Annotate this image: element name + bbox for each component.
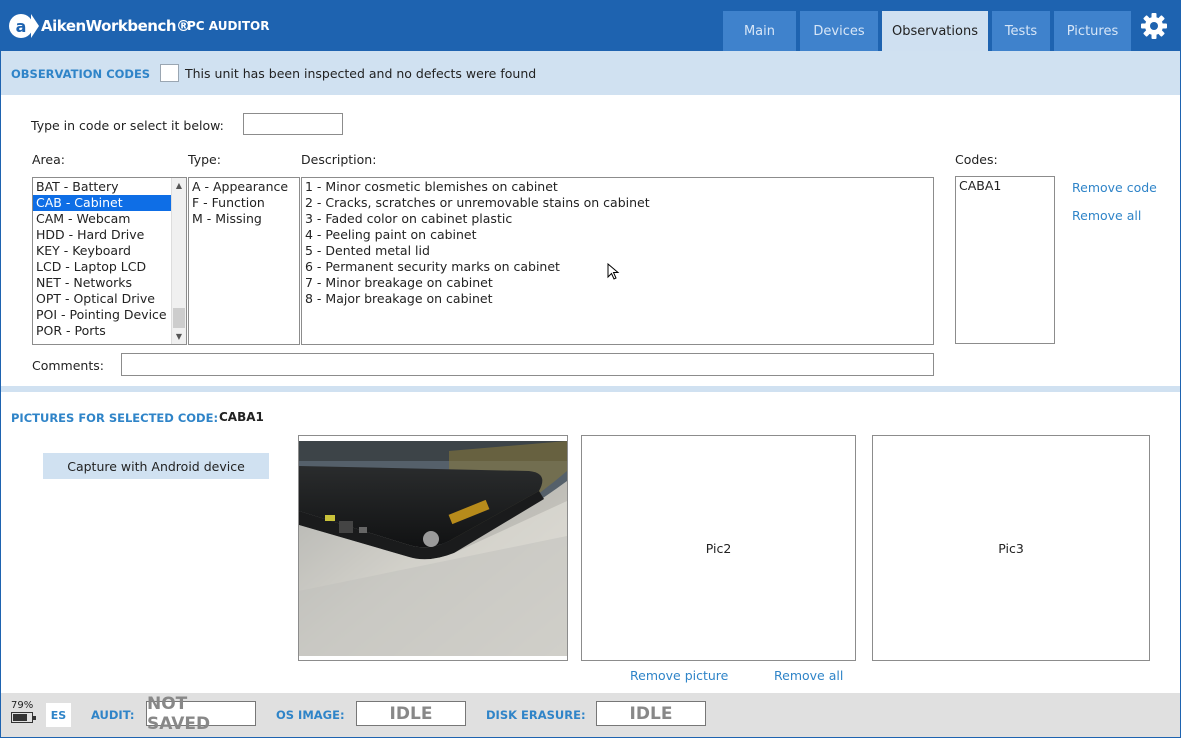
remove-all-pictures-link[interactable]: Remove all — [774, 668, 843, 683]
description-list-item[interactable]: 8 - Major breakage on cabinet — [302, 291, 933, 307]
app-window: a AikenWorkbench® PC AUDITOR Main Device… — [0, 0, 1181, 738]
description-list-item[interactable]: 1 - Minor cosmetic blemishes on cabinet — [302, 179, 933, 195]
tab-devices[interactable]: Devices — [800, 11, 878, 51]
area-list-item[interactable]: LCD - Laptop LCD — [33, 259, 173, 275]
area-listbox[interactable]: BAT - Battery CAB - Cabinet CAM - Webcam HD… — [32, 177, 187, 345]
tab-observations[interactable]: Observations — [882, 11, 988, 51]
area-list-item[interactable]: OPT - Optical Drive — [33, 291, 173, 307]
audit-label: AUDIT: — [91, 708, 135, 722]
type-list-item[interactable]: A - Appearance — [189, 179, 299, 195]
mouse-cursor-icon — [607, 263, 620, 280]
area-list-item[interactable]: KEY - Keyboard — [33, 243, 173, 259]
app-name: PC AUDITOR — [187, 19, 270, 33]
pic3-placeholder[interactable]: Pic3 — [872, 435, 1150, 661]
description-label: Description: — [301, 152, 377, 167]
area-list-item[interactable]: HDD - Hard Drive — [33, 227, 173, 243]
description-listbox[interactable]: 1 - Minor cosmetic blemishes on cabinet 2… — [301, 177, 934, 345]
battery-percent: 79% — [11, 700, 34, 711]
description-list-item[interactable]: 4 - Peeling paint on cabinet — [302, 227, 933, 243]
tab-main[interactable]: Main — [723, 11, 796, 51]
remove-all-codes-link[interactable]: Remove all — [1072, 208, 1141, 223]
pic3-label: Pic3 — [998, 540, 1024, 556]
battery-tip — [33, 716, 36, 720]
no-defects-checkbox[interactable] — [160, 64, 179, 82]
capture-android-button[interactable]: Capture with Android device — [43, 453, 269, 479]
area-scrollbar[interactable]: ▲ ▼ — [171, 178, 186, 344]
description-list-item[interactable]: 3 - Faded color on cabinet plastic — [302, 211, 933, 227]
codes-listbox[interactable]: CABA1 — [955, 176, 1055, 344]
area-list-item[interactable]: POR - Ports — [33, 323, 173, 339]
area-list-item[interactable]: POI - Pointing Device — [33, 307, 173, 323]
selected-code: CABA1 — [219, 410, 264, 424]
remove-code-link[interactable]: Remove code — [1072, 180, 1157, 195]
scrollbar-thumb[interactable] — [173, 308, 185, 328]
battery-fill — [13, 714, 28, 721]
pic1-photo[interactable] — [299, 441, 567, 656]
gear-icon[interactable] — [1140, 12, 1168, 40]
section-divider — [1, 386, 1180, 392]
disk-erasure-label: DISK ERASURE: — [486, 708, 586, 722]
codes-label: Codes: — [955, 152, 998, 167]
area-label: Area: — [32, 152, 65, 167]
battery-indicator: 79% — [11, 700, 36, 723]
no-defects-label: This unit has been inspected and no defe… — [185, 66, 537, 81]
description-list-item[interactable]: 2 - Cracks, scratches or unremovable sta… — [302, 195, 933, 211]
logo-mark-icon: a — [9, 14, 33, 38]
pic2-label: Pic2 — [705, 540, 732, 556]
language-button[interactable]: ES — [46, 703, 71, 727]
area-list-item[interactable]: CAB - Cabinet — [33, 195, 173, 211]
os-image-status: IDLE — [356, 701, 466, 726]
scroll-down-arrow-icon[interactable]: ▼ — [172, 329, 186, 344]
logo-arrow-icon — [31, 14, 39, 38]
scroll-up-arrow-icon[interactable]: ▲ — [172, 178, 186, 193]
area-list-item[interactable]: CAM - Webcam — [33, 211, 173, 227]
area-list-item[interactable]: NET - Networks — [33, 275, 173, 291]
disk-erasure-status: IDLE — [596, 701, 706, 726]
tab-pictures[interactable]: Pictures — [1054, 11, 1131, 51]
audit-status: NOT SAVED — [146, 694, 256, 734]
area-list: BAT - Battery CAB - Cabinet CAM - Webcam HD… — [33, 178, 173, 339]
type-list-item[interactable]: M - Missing — [189, 211, 299, 227]
observation-codes-title: OBSERVATION CODES — [11, 67, 151, 81]
type-listbox[interactable]: A - Appearance F - Function M - Missing — [188, 177, 300, 345]
remove-picture-link[interactable]: Remove picture — [630, 668, 728, 683]
type-list-item[interactable]: F - Function — [189, 195, 299, 211]
app-header: a AikenWorkbench® PC AUDITOR Main Device… — [1, 1, 1180, 51]
type-label: Type: — [188, 152, 221, 167]
pic2-placeholder[interactable]: Pic2 — [581, 435, 856, 661]
area-list-item[interactable]: BAT - Battery — [33, 179, 173, 195]
logo-text: AikenWorkbench® — [41, 17, 191, 35]
comments-input[interactable] — [121, 353, 934, 376]
code-input-label: Type in code or select it below: — [31, 118, 224, 133]
pictures-title: PICTURES FOR SELECTED CODE: — [11, 411, 219, 425]
description-list-item[interactable]: 5 - Dented metal lid — [302, 243, 933, 259]
tab-tests[interactable]: Tests — [992, 11, 1050, 51]
comments-label: Comments: — [32, 358, 104, 373]
observation-codes-bar: OBSERVATION CODES This unit has been ins… — [1, 51, 1180, 95]
battery-icon — [11, 712, 36, 723]
aiken-logo: a AikenWorkbench® — [9, 11, 191, 41]
code-input[interactable] — [243, 113, 343, 135]
code-list-item[interactable]: CABA1 — [956, 178, 1054, 194]
os-image-label: OS IMAGE: — [276, 708, 345, 722]
